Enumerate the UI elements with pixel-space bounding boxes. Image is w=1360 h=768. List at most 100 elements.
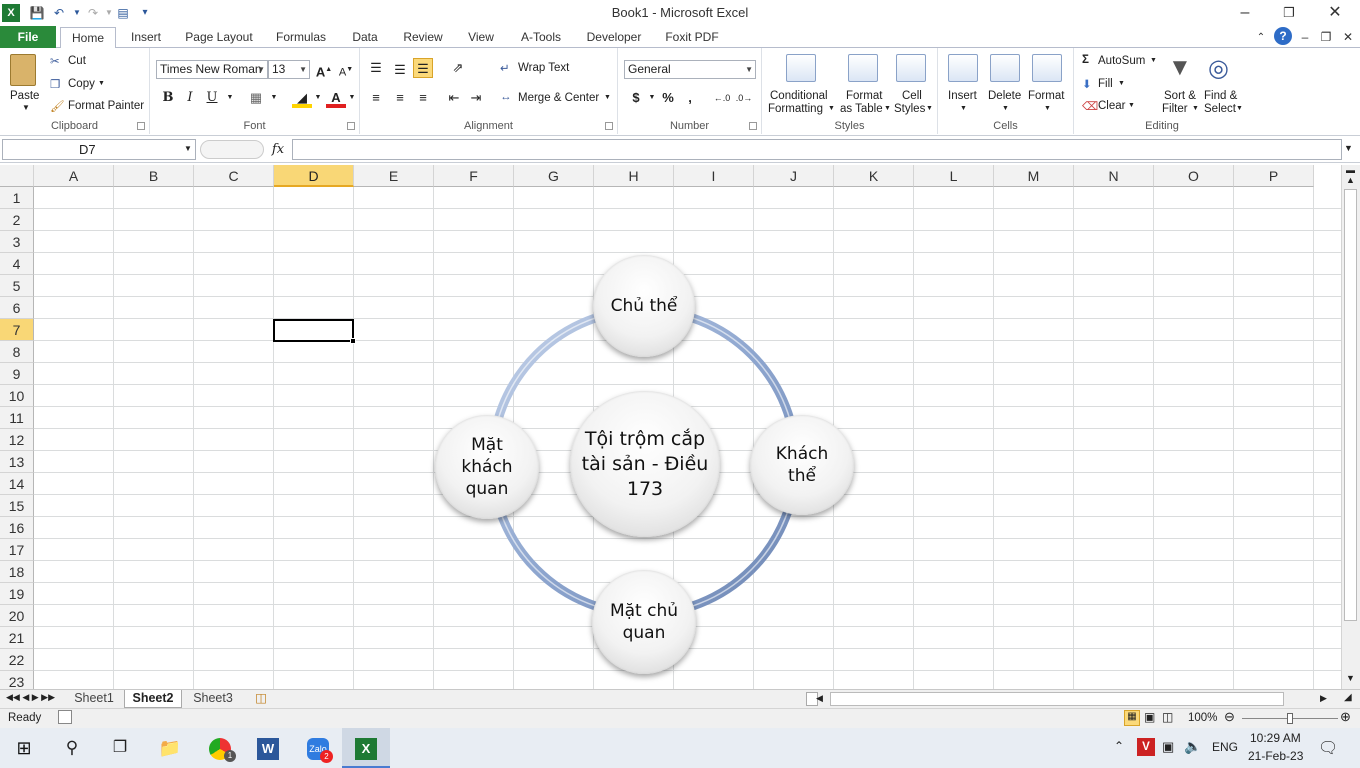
row-header-7[interactable]: 7	[0, 319, 34, 341]
font-launcher-icon[interactable]	[347, 122, 355, 130]
clear-dropdown-icon[interactable]: ▼	[1128, 102, 1135, 109]
tab-formulas[interactable]: Formulas	[270, 29, 332, 48]
row-header-23[interactable]: 23	[0, 671, 34, 689]
find-select-icon[interactable]: ◎	[1208, 54, 1229, 83]
row-header-1[interactable]: 1	[0, 187, 34, 209]
format-cells-icon[interactable]	[1032, 54, 1062, 82]
smartart-node-mat-chu-quan[interactable]: Mặt chủ quan	[592, 570, 696, 674]
cell-styles-label[interactable]: Cell	[902, 90, 922, 102]
fill-color-dropdown-icon[interactable]: ▼	[308, 88, 328, 108]
wrap-text-button[interactable]: Wrap Text	[518, 62, 569, 74]
align-bottom-icon[interactable]: ☰	[413, 58, 433, 78]
minimize-button[interactable]: –	[1222, 2, 1268, 24]
format-cells-button[interactable]: Format	[1028, 90, 1064, 102]
format-as-table-icon[interactable]	[848, 54, 878, 82]
horizontal-scroll-thumb[interactable]	[830, 692, 1284, 706]
cell-styles-dropdown-icon[interactable]: ▼	[926, 105, 933, 112]
increase-indent-icon[interactable]: ⇥	[466, 88, 486, 108]
row-header-4[interactable]: 4	[0, 253, 34, 275]
minimize-ribbon-icon[interactable]: ⌃	[1254, 29, 1268, 48]
smartart-node-mat-khach-quan[interactable]: Mặt khách quan	[435, 415, 539, 519]
tab-foxit-pdf[interactable]: Foxit PDF	[660, 29, 724, 48]
tab-home[interactable]: Home	[60, 27, 116, 49]
clear-button[interactable]: Clear	[1098, 100, 1125, 112]
smartart-node-khach-the[interactable]: Khách thể	[750, 415, 854, 515]
autosum-dropdown-icon[interactable]: ▼	[1150, 57, 1157, 64]
conditional-formatting-icon[interactable]	[786, 54, 816, 82]
clipboard-launcher-icon[interactable]	[137, 122, 145, 130]
format-dropdown-icon[interactable]: ▼	[1044, 105, 1051, 112]
cell-styles-icon[interactable]	[896, 54, 926, 82]
first-sheet-icon[interactable]: ◀◀ ◀ ▶ ▶▶	[6, 692, 55, 703]
shrink-font-icon[interactable]: A▼	[336, 60, 356, 80]
windows-start-icon[interactable]: ⊞	[0, 728, 48, 768]
language-indicator[interactable]: ENG	[1212, 740, 1238, 754]
file-explorer-icon[interactable]: 📁	[146, 728, 194, 768]
align-center-icon[interactable]: ≡	[390, 88, 410, 108]
column-header-n[interactable]: N	[1074, 165, 1154, 187]
insert-dropdown-icon[interactable]: ▼	[960, 105, 967, 112]
font-size-select[interactable]: 13 ▼	[268, 60, 310, 79]
bold-button[interactable]: B	[158, 88, 178, 108]
name-box[interactable]: D7	[2, 139, 196, 160]
conditional-formatting-label[interactable]: Conditional	[770, 90, 828, 102]
volume-icon[interactable]: 🔈	[1184, 738, 1201, 755]
number-launcher-icon[interactable]	[749, 122, 757, 130]
search-icon[interactable]: ⚲	[48, 728, 96, 768]
fill-dropdown-icon[interactable]: ▼	[1118, 80, 1125, 87]
column-header-f[interactable]: F	[434, 165, 514, 187]
column-header-l[interactable]: L	[914, 165, 994, 187]
clock-date[interactable]: 21-Feb-23	[1248, 749, 1303, 763]
borders-dropdown-icon[interactable]: ▼	[264, 88, 284, 108]
insert-cells-icon[interactable]	[948, 54, 978, 82]
conditional-formatting-label2[interactable]: Formatting	[768, 103, 823, 115]
column-header-i[interactable]: I	[674, 165, 754, 187]
row-header-18[interactable]: 18	[0, 561, 34, 583]
vertical-scroll-thumb[interactable]	[1344, 189, 1357, 621]
formula-input[interactable]	[292, 139, 1342, 160]
increase-decimal-icon[interactable]: ←.0	[712, 88, 732, 108]
unikey-icon[interactable]: V	[1137, 738, 1155, 756]
format-as-table-label[interactable]: Format	[846, 90, 882, 102]
page-layout-view-icon[interactable]: ▣	[1144, 710, 1155, 724]
scroll-down-icon[interactable]: ▼	[1346, 673, 1355, 683]
cut-button[interactable]: Cut	[68, 55, 86, 67]
scroll-up-icon[interactable]: ▲	[1346, 175, 1355, 185]
format-table-dropdown-icon[interactable]: ▼	[884, 105, 891, 112]
sort-filter-dropdown-icon[interactable]: ▼	[1192, 105, 1199, 112]
align-right-icon[interactable]: ≡	[413, 88, 433, 108]
row-header-20[interactable]: 20	[0, 605, 34, 627]
doc-minimize-icon[interactable]: –	[1298, 29, 1312, 48]
align-top-icon[interactable]: ☰	[366, 58, 386, 78]
row-header-6[interactable]: 6	[0, 297, 34, 319]
page-break-view-icon[interactable]: ◫	[1162, 710, 1173, 724]
percent-button[interactable]: %	[658, 88, 678, 108]
column-header-e[interactable]: E	[354, 165, 434, 187]
tab-review[interactable]: Review	[396, 29, 450, 48]
split-box-icon[interactable]: ▬	[1346, 165, 1355, 175]
row-header-2[interactable]: 2	[0, 209, 34, 231]
column-header-o[interactable]: O	[1154, 165, 1234, 187]
copy-button[interactable]: Copy	[68, 78, 95, 90]
name-box-dropdown-icon[interactable]: ▼	[184, 144, 192, 153]
tab-view[interactable]: View	[460, 29, 502, 48]
tray-overflow-icon[interactable]: ⌃	[1114, 739, 1124, 753]
cell-styles-label2[interactable]: Styles	[894, 103, 925, 115]
decrease-indent-icon[interactable]: ⇤	[444, 88, 464, 108]
align-left-icon[interactable]: ≡	[366, 88, 386, 108]
select-all-corner[interactable]	[0, 165, 34, 187]
word-icon[interactable]: W	[244, 728, 292, 768]
normal-view-icon[interactable]: ▦	[1124, 710, 1140, 726]
row-header-13[interactable]: 13	[0, 451, 34, 473]
doc-restore-icon[interactable]: ❐	[1318, 29, 1334, 48]
row-header-8[interactable]: 8	[0, 341, 34, 363]
merge-dropdown-icon[interactable]: ▼	[604, 94, 611, 101]
selected-cell[interactable]	[273, 319, 354, 342]
fill-handle[interactable]	[350, 338, 356, 344]
macro-record-icon[interactable]	[58, 710, 72, 724]
column-header-k[interactable]: K	[834, 165, 914, 187]
insert-cells-button[interactable]: Insert	[948, 90, 977, 102]
zoom-slider-thumb[interactable]	[1287, 713, 1293, 724]
paste-button[interactable]: Paste	[10, 90, 39, 102]
merge-center-button[interactable]: Merge & Center	[518, 92, 599, 104]
